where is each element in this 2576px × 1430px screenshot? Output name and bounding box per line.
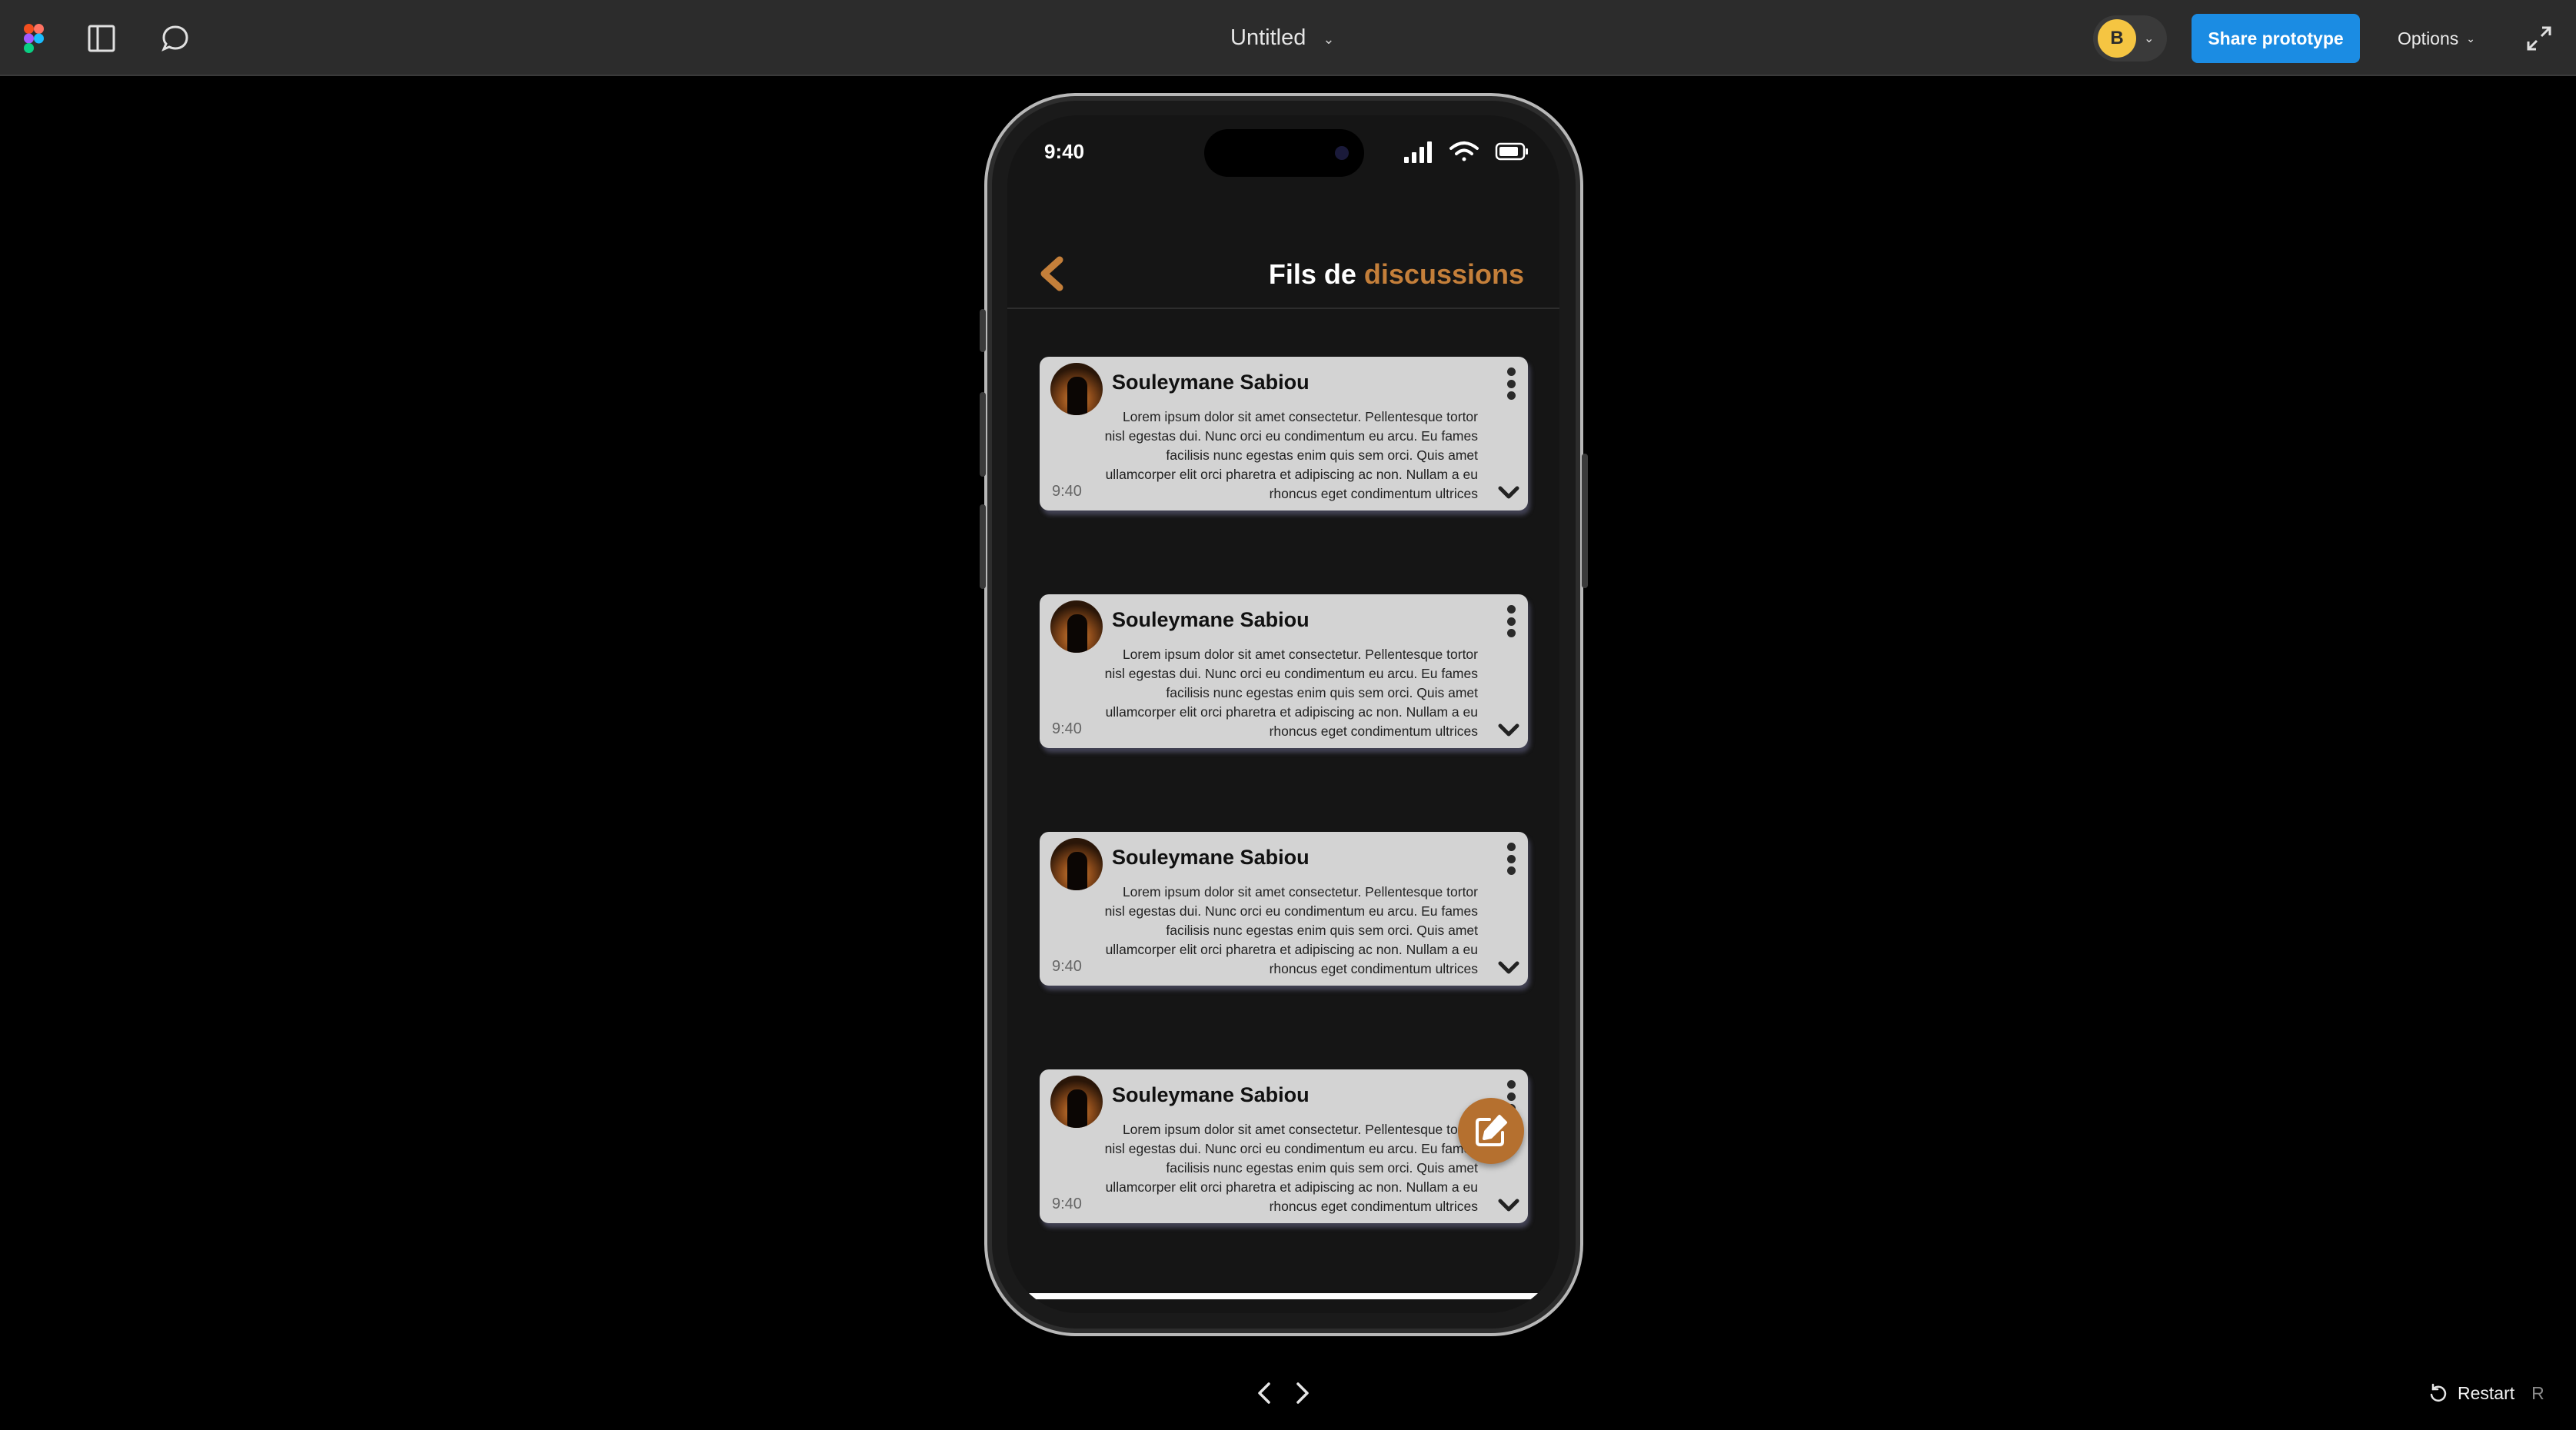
more-vertical-icon[interactable] bbox=[1505, 605, 1517, 637]
thread-card[interactable]: Souleymane Sabiou Lorem ipsum dolor sit … bbox=[1040, 594, 1528, 748]
thread-card[interactable]: Souleymane Sabiou Lorem ipsum dolor sit … bbox=[1040, 832, 1528, 986]
wifi-icon bbox=[1449, 141, 1479, 161]
restart-icon bbox=[2430, 1383, 2447, 1402]
document-title-text: Untitled bbox=[1230, 25, 1306, 50]
panel-icon[interactable] bbox=[83, 20, 120, 57]
side-button bbox=[1582, 454, 1588, 588]
avatar: B bbox=[2098, 19, 2136, 58]
side-button bbox=[980, 392, 986, 477]
options-label: Options bbox=[2398, 28, 2459, 48]
document-title[interactable]: Untitled ⌄ bbox=[1230, 22, 1334, 54]
thread-author: Souleymane Sabiou bbox=[1112, 1083, 1310, 1106]
thread-time: 9:40 bbox=[1052, 483, 1082, 500]
avatar bbox=[1050, 1076, 1103, 1128]
toolbar: Untitled ⌄ B ⌄ Share prototype Options ⌄ bbox=[0, 0, 2576, 76]
chevron-down-icon[interactable] bbox=[1497, 484, 1520, 501]
more-vertical-icon[interactable] bbox=[1505, 367, 1517, 400]
thread-card[interactable]: Souleymane Sabiou Lorem ipsum dolor sit … bbox=[1040, 1069, 1528, 1223]
chevron-down-icon[interactable] bbox=[1497, 959, 1520, 976]
chevron-down-icon: ⌄ bbox=[1323, 31, 1335, 47]
next-frame-icon[interactable] bbox=[1290, 1379, 1313, 1407]
more-vertical-icon[interactable] bbox=[1505, 843, 1517, 875]
avatar bbox=[1050, 600, 1103, 653]
back-button[interactable] bbox=[1035, 255, 1072, 292]
chevron-left-icon bbox=[1040, 256, 1063, 291]
thread-message: Lorem ipsum dolor sit amet consectetur. … bbox=[1104, 647, 1478, 739]
figma-logo-icon[interactable] bbox=[15, 20, 52, 57]
thread-time: 9:40 bbox=[1052, 1196, 1082, 1212]
camera-lens bbox=[1335, 146, 1349, 160]
title-part1: Fils de bbox=[1268, 258, 1356, 290]
battery-icon bbox=[1495, 142, 1528, 161]
status-time: 9:40 bbox=[1044, 140, 1085, 163]
user-menu[interactable]: B ⌄ bbox=[2093, 15, 2167, 62]
previous-frame-icon[interactable] bbox=[1253, 1379, 1276, 1407]
page-title: Fils de discussions bbox=[1269, 258, 1524, 291]
thread-message: Lorem ipsum dolor sit amet consectetur. … bbox=[1104, 409, 1478, 501]
dynamic-island bbox=[1204, 129, 1364, 177]
chevron-down-icon: ⌄ bbox=[2466, 32, 2475, 45]
share-prototype-button[interactable]: Share prototype bbox=[2192, 14, 2360, 63]
avatar bbox=[1050, 838, 1103, 890]
home-indicator bbox=[1007, 1293, 1559, 1299]
cellular-signal-icon bbox=[1404, 141, 1432, 163]
restart-shortcut: R bbox=[2531, 1382, 2544, 1403]
thread-time: 9:40 bbox=[1052, 720, 1082, 737]
screen-header: Fils de discussions bbox=[1007, 238, 1559, 309]
thread-author: Souleymane Sabiou bbox=[1112, 371, 1310, 394]
comment-icon[interactable] bbox=[157, 20, 194, 57]
thread-message: Lorem ipsum dolor sit amet consectetur. … bbox=[1104, 1122, 1478, 1214]
expand-icon[interactable] bbox=[2522, 22, 2556, 55]
chevron-down-icon[interactable] bbox=[1497, 722, 1520, 739]
phone-screen: 9:40 Fils de discussions Souleymane Sabi… bbox=[1007, 115, 1559, 1313]
status-icons bbox=[1404, 140, 1529, 163]
thread-time: 9:40 bbox=[1052, 958, 1082, 975]
edit-icon bbox=[1476, 1115, 1507, 1146]
chevron-down-icon[interactable] bbox=[1497, 1197, 1520, 1214]
new-thread-button[interactable] bbox=[1458, 1098, 1524, 1164]
thread-message: Lorem ipsum dolor sit amet consectetur. … bbox=[1104, 884, 1478, 976]
thread-card[interactable]: Souleymane Sabiou Lorem ipsum dolor sit … bbox=[1040, 357, 1528, 510]
restart-button[interactable]: Restart R bbox=[2428, 1380, 2544, 1406]
restart-label: Restart bbox=[2458, 1382, 2515, 1403]
thread-author: Souleymane Sabiou bbox=[1112, 608, 1310, 631]
side-button bbox=[980, 309, 986, 352]
chevron-down-icon: ⌄ bbox=[2144, 32, 2155, 45]
avatar bbox=[1050, 363, 1103, 415]
title-part2: discussions bbox=[1363, 258, 1524, 290]
side-button bbox=[980, 504, 986, 589]
thread-author: Souleymane Sabiou bbox=[1112, 846, 1310, 869]
options-button[interactable]: Options ⌄ bbox=[2398, 23, 2475, 54]
